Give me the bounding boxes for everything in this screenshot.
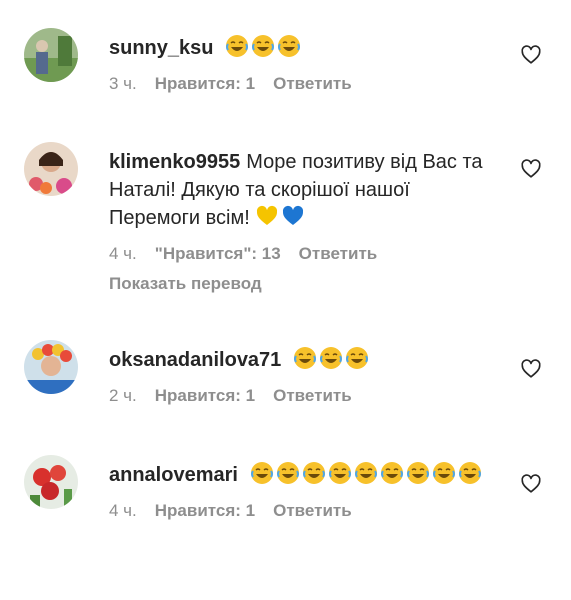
emoji-row [250,205,308,229]
joy-emoji [432,462,455,484]
comment-time: 3 ч. [109,74,137,93]
comment-time: 4 ч. [109,501,137,520]
joy-emoji [328,462,351,484]
joy-emoji [458,462,481,484]
joy-emoji [252,35,275,57]
joy-emoji [278,35,301,57]
heart-outline-icon[interactable] [520,473,542,495]
comment-meta: 4 ч. "Нравится": 13 Ответить [109,244,499,264]
joy-emoji [302,462,325,484]
reply-button[interactable]: Ответить [299,244,378,263]
likes-count[interactable]: "Нравится": 13 [155,244,281,263]
emoji-row [244,462,484,486]
comment-text: sunny_ksu [109,34,499,62]
likes-count[interactable]: Нравится: 1 [155,386,255,405]
joy-emoji [293,347,316,369]
joy-emoji [380,462,403,484]
emoji-row [219,35,303,59]
avatar[interactable] [24,455,78,509]
joy-emoji [345,347,368,369]
comment-meta: 2 ч. Нравится: 1 Ответить [109,386,499,406]
avatar[interactable] [24,142,78,196]
comment-time: 4 ч. [109,244,137,263]
yellow-heart-emoji [257,205,278,225]
comment-time: 2 ч. [109,386,137,405]
joy-emoji [276,462,299,484]
avatar[interactable] [24,340,78,394]
show-translation-link[interactable]: Показать перевод [109,274,499,294]
comment-username[interactable]: oksanadanilova71 [109,349,281,371]
comment-meta: 4 ч. Нравится: 1 Ответить [109,501,499,521]
comment-meta: 3 ч. Нравится: 1 Ответить [109,74,499,94]
reply-button[interactable]: Ответить [273,386,352,405]
joy-emoji [319,347,342,369]
heart-outline-icon[interactable] [520,358,542,380]
likes-count[interactable]: Нравится: 1 [155,501,255,520]
comment-text: annalovemari [109,461,499,489]
likes-count[interactable]: Нравится: 1 [155,74,255,93]
comment-username[interactable]: annalovemari [109,464,238,486]
comment-text: oksanadanilova71 [109,346,499,374]
heart-outline-icon[interactable] [520,158,542,180]
emoji-row [287,347,371,371]
comment-username[interactable]: sunny_ksu [109,37,213,59]
comment-username[interactable]: klimenko9955 [109,151,240,173]
joy-emoji [250,462,273,484]
joy-emoji [406,462,429,484]
reply-button[interactable]: Ответить [273,501,352,520]
comment-text: klimenko9955 Море позитиву від Вас та Нат… [109,148,499,232]
joy-emoji [354,462,377,484]
blue-heart-emoji [283,205,304,225]
heart-outline-icon[interactable] [520,44,542,66]
avatar[interactable] [24,28,78,82]
joy-emoji [226,35,249,57]
reply-button[interactable]: Ответить [273,74,352,93]
